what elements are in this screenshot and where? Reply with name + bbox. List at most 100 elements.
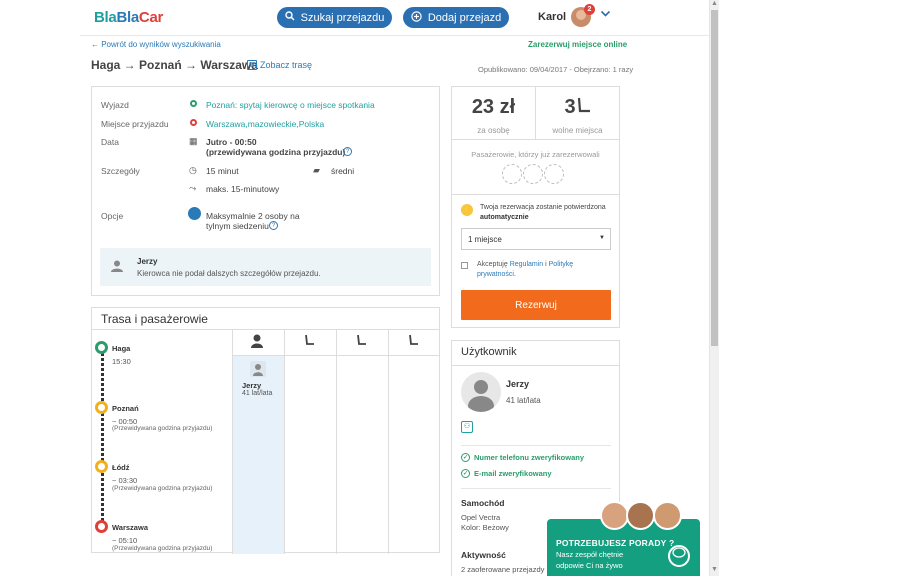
divider xyxy=(452,194,619,195)
map-icon: ▦ xyxy=(247,60,257,70)
divider xyxy=(388,330,389,554)
luggage-value: średni xyxy=(331,166,355,176)
passengers-icon: ⚇ xyxy=(461,421,473,433)
seat-count-select[interactable]: 1 miejsce ▼ xyxy=(461,228,611,250)
divider xyxy=(336,330,337,554)
seats-label: wolne miejsca xyxy=(552,126,603,135)
detour-icon: ⤳ xyxy=(189,183,197,193)
departure-value[interactable]: Poznań: spytaj kierowcę o miejsce spotka… xyxy=(206,100,375,110)
logo-part-car: Car xyxy=(138,9,164,26)
car-model: Opel Vectra xyxy=(461,513,501,522)
show-route-link[interactable]: ▦ Zobacz trasę xyxy=(247,60,312,70)
help-text: Nasz zespół chętnie odpowie Ci na żywo xyxy=(556,549,623,571)
user-card-title: Użytkownik xyxy=(461,346,517,358)
accept-terms-text: Akceptuję Regulamin i Politykę prywatnoś… xyxy=(477,261,574,278)
search-ride-button[interactable]: Szukaj przejazdu xyxy=(277,7,392,28)
auto-confirm-text: Twoja rezerwacja zostanie potwierdzona au… xyxy=(480,203,615,223)
phone-verified-text: Numer telefonu zweryfikowany xyxy=(474,453,585,462)
arrival-value[interactable]: Warszawa,mazowieckie,Polska xyxy=(206,119,324,129)
booking-card: 23 zł za osobę 3 wolne miejsca Pasażerow… xyxy=(451,86,620,328)
reserve-button[interactable]: Rezerwuj xyxy=(461,290,611,320)
price-value: 23 zł xyxy=(471,96,516,118)
email-verified-text: E-mail zweryfikowany xyxy=(474,469,552,478)
search-ride-label: Szukaj przejazdu xyxy=(300,11,385,24)
driver-note-box: Jerzy Kierowca nie podał dalszych szczeg… xyxy=(100,248,431,286)
divider xyxy=(232,355,439,356)
detour-value: maks. 15-minutowy xyxy=(206,184,280,194)
divider xyxy=(232,330,233,554)
reserve-online-link[interactable]: Zarezerwuj miejsce online xyxy=(528,40,627,49)
help-title: POTRZEBUJESZ PORADY ? xyxy=(556,538,675,548)
price-label: za osobę xyxy=(477,126,510,135)
driver-avatar[interactable] xyxy=(461,372,501,412)
route-passengers-card: Trasa i pasażerowie Jerzy 41 lat/lata Ha… xyxy=(91,307,440,554)
two-persons-icon xyxy=(188,207,201,220)
stop-name: Warszawa xyxy=(112,523,148,532)
help-icon[interactable]: ? xyxy=(343,147,352,156)
lightning-icon: ⚡ xyxy=(461,204,473,216)
notification-badge[interactable]: 2 xyxy=(584,4,595,15)
support-agent-avatar xyxy=(626,501,655,530)
scrollbar-thumb[interactable] xyxy=(711,10,718,346)
stop-name: Łódź xyxy=(112,463,130,472)
seats-value: 3 xyxy=(536,96,619,119)
blank-area xyxy=(719,0,900,576)
divider xyxy=(452,365,619,366)
driver-note-text: Kierowca nie podał dalszych szczegółów p… xyxy=(137,269,321,278)
terms-link[interactable]: Regulamin xyxy=(510,261,543,268)
stop-marker-icon xyxy=(95,401,108,414)
options-line1: Maksymalnie 2 osoby na xyxy=(206,211,300,221)
help-line2: odpowie Ci na żywo xyxy=(556,561,623,570)
top-header: BlaBlaCar Szukaj przejazdu Dodaj przejaz… xyxy=(80,0,709,36)
support-agent-avatar xyxy=(653,501,682,530)
logo[interactable]: BlaBlaCar xyxy=(94,9,163,26)
driver-seat-icon xyxy=(249,333,265,352)
scroll-down-arrow-icon[interactable]: ▼ xyxy=(711,566,718,573)
car-heading: Samochód xyxy=(461,498,505,508)
arrival-label: Miejsce przyjazdu xyxy=(101,119,169,129)
seat-icon xyxy=(577,97,590,113)
stop-note: (Przewidywana godzina przyjazdu) xyxy=(112,425,213,432)
chat-bubble-icon[interactable] xyxy=(668,545,690,567)
stop-marker-icon xyxy=(95,520,108,533)
activity-text: 2 zaoferowane przejazdy xyxy=(461,565,545,574)
booked-passenger-slots xyxy=(502,164,564,184)
seat-count-value: 1 miejsce xyxy=(468,235,502,244)
seat-icon xyxy=(354,333,368,350)
seats-box: 3 wolne miejsca xyxy=(536,87,619,140)
route-timeline xyxy=(101,343,104,533)
chevron-down-icon[interactable] xyxy=(600,8,611,22)
left-gutter xyxy=(0,0,80,576)
stop-time: 15:30 xyxy=(112,357,131,366)
passenger-avatar-icon xyxy=(250,361,266,377)
page: BlaBlaCar Szukaj przejazdu Dodaj przejaz… xyxy=(80,0,709,576)
live-help-widget[interactable]: POTRZEBUJESZ PORADY ? Nasz zespół chętni… xyxy=(547,519,700,576)
clock-icon: ◷ xyxy=(189,165,197,175)
route-title: Haga → Poznań → Warszawa xyxy=(91,58,258,72)
user-avatar-icon xyxy=(110,259,124,273)
phone-verified: ✓ Numer telefonu zweryfikowany xyxy=(461,453,584,462)
check-icon: ✓ xyxy=(461,453,470,462)
departure-marker-icon xyxy=(190,100,197,107)
date-value: Jutro - 00:50 xyxy=(206,137,257,147)
route-card-title: Trasa i pasażerowie xyxy=(101,312,208,326)
search-icon xyxy=(284,11,295,24)
help-icon[interactable]: ? xyxy=(269,221,278,230)
back-to-results-link[interactable]: ← Powrót do wyników wyszukiwania xyxy=(91,40,221,49)
check-icon: ✓ xyxy=(461,469,470,478)
user-name[interactable]: Karol xyxy=(538,11,566,23)
date-note: (przewidywana godzina przyjazdu) xyxy=(206,147,346,157)
scroll-up-arrow-icon[interactable]: ▲ xyxy=(711,0,718,7)
departure-label: Wyjazd xyxy=(101,100,129,110)
accept-terms-checkbox[interactable] xyxy=(461,262,468,269)
date-label: Data xyxy=(101,137,119,147)
add-ride-button[interactable]: Dodaj przejazd xyxy=(403,7,509,28)
driver-name[interactable]: Jerzy xyxy=(506,379,529,389)
stop-marker-icon xyxy=(95,460,108,473)
driver-name: Jerzy xyxy=(137,257,158,266)
support-agent-avatar xyxy=(600,501,629,530)
passenger-name[interactable]: Jerzy xyxy=(242,381,261,390)
empty-slot xyxy=(502,164,522,184)
accept-label: Akceptuję xyxy=(477,261,508,268)
price-box: 23 zł za osobę xyxy=(452,87,536,140)
